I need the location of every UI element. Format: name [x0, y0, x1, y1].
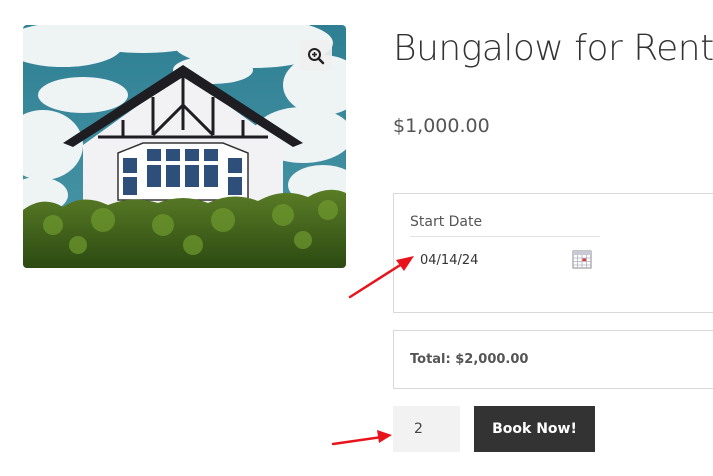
start-date-input[interactable]: [420, 250, 570, 270]
start-date-label: Start Date: [410, 214, 483, 230]
quantity-input[interactable]: [393, 406, 460, 452]
start-date-section: Start Date: [393, 193, 713, 313]
product-price: $1,000.00: [393, 115, 490, 137]
magnifier-plus-icon: [308, 47, 325, 64]
product-image[interactable]: [23, 25, 346, 268]
product-page: Bungalow for Rent $1,000.00 Start Date T…: [0, 0, 713, 476]
divider: [410, 236, 600, 237]
total-amount: Total: $2,000.00: [410, 352, 529, 367]
book-now-button[interactable]: Book Now!: [474, 406, 595, 452]
total-section: Total: $2,000.00: [393, 330, 713, 389]
arrow-to-quantity: [331, 430, 392, 446]
house-photo: [23, 25, 346, 268]
product-title: Bungalow for Rent: [393, 28, 713, 69]
calendar-icon[interactable]: [571, 248, 593, 270]
zoom-button[interactable]: [300, 40, 332, 71]
